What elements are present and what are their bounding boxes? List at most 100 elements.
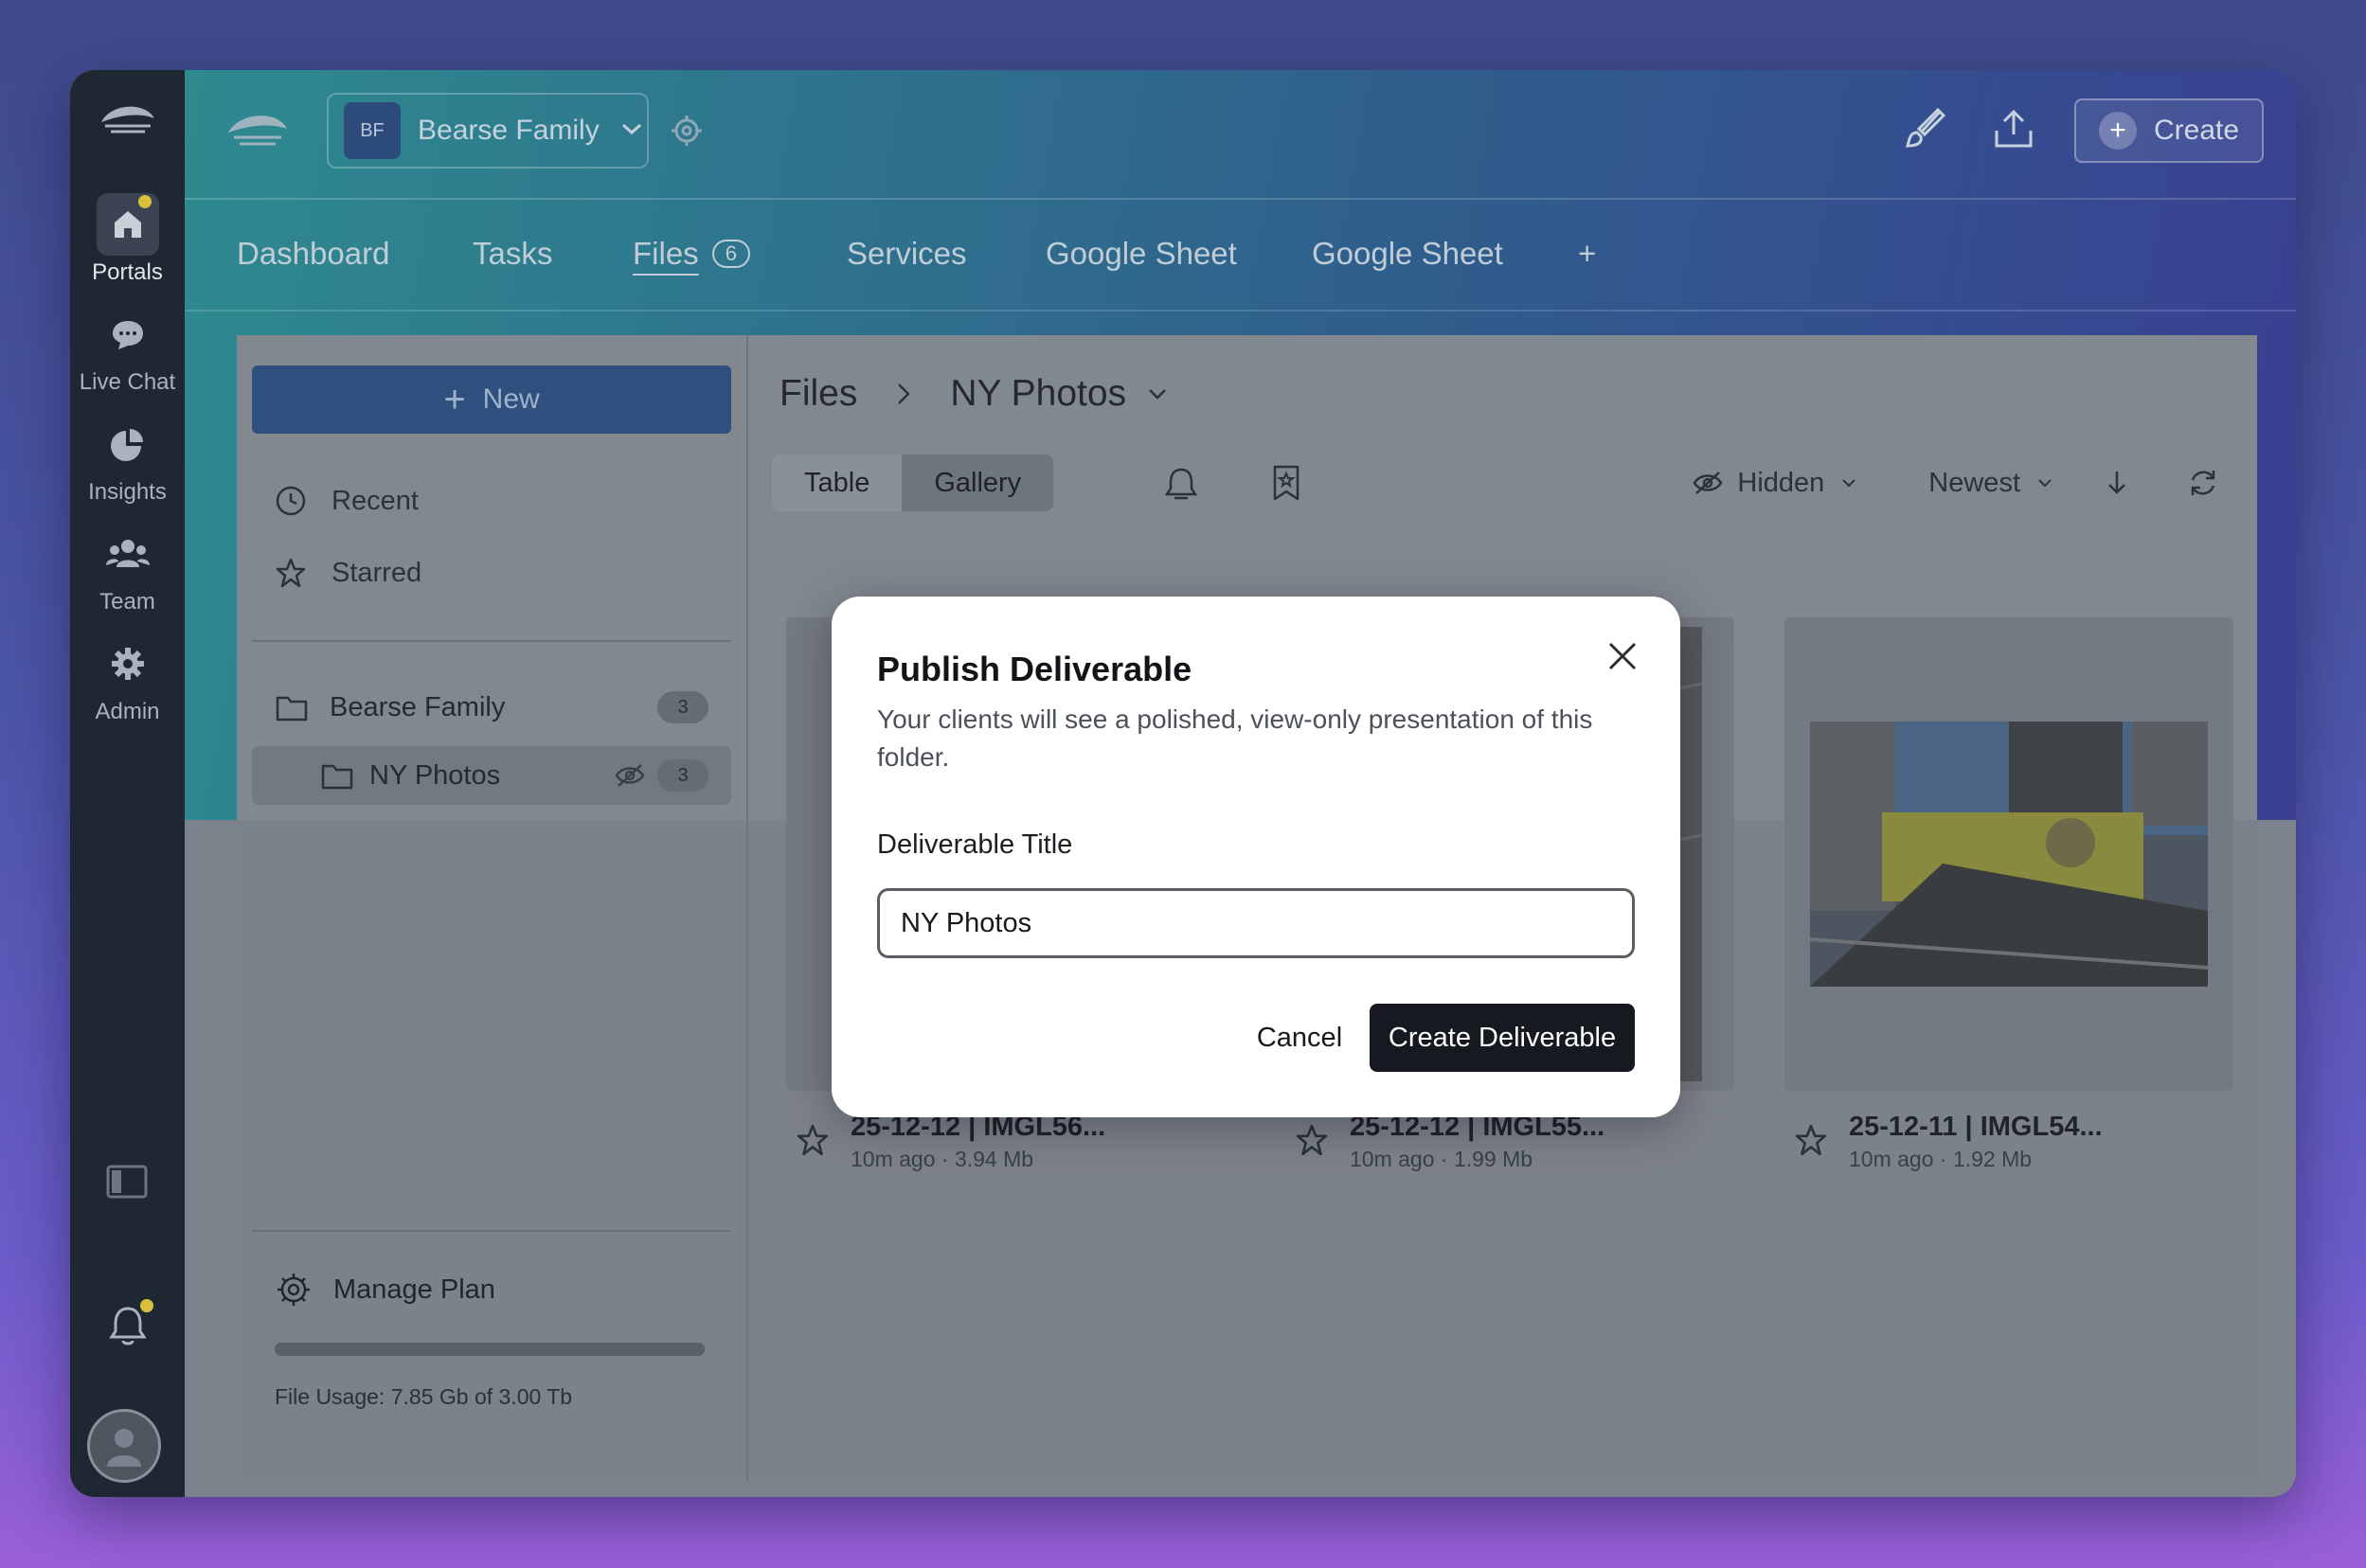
star-icon[interactable] (796, 1123, 830, 1157)
chat-bubble-icon (97, 303, 159, 365)
hidden-filter-dropdown[interactable]: Hidden (1692, 468, 1856, 499)
create-label: Create (2154, 115, 2240, 146)
divider (252, 1230, 731, 1232)
bell-icon[interactable] (106, 1299, 153, 1351)
folder-item-ny-photos[interactable]: NY Photos 3 (252, 746, 731, 805)
file-meta: 10m ago · 1.92 Mb (1849, 1147, 2033, 1171)
new-button[interactable]: + New (252, 365, 731, 434)
folder-name: NY Photos (369, 759, 501, 791)
rail-label: Live Chat (79, 369, 176, 395)
settings-gear-icon[interactable] (670, 114, 704, 152)
chevron-down-icon (620, 121, 643, 141)
files-toolbar-right: Hidden Newest (1620, 454, 2219, 511)
manage-plan-button[interactable]: Manage Plan (275, 1271, 495, 1309)
rail-label: Insights (88, 479, 167, 505)
chevron-down-icon (1842, 479, 1856, 488)
star-icon[interactable] (1794, 1123, 1828, 1157)
workspace-selector[interactable]: BF Bearse Family (327, 93, 649, 169)
sidebar-item-recent[interactable]: Recent (275, 485, 419, 517)
sort-dropdown[interactable]: Newest (1928, 468, 2052, 499)
avatar[interactable] (87, 1409, 161, 1483)
team-icon (97, 523, 159, 585)
tab-google-sheet-2[interactable]: Google Sheet (1312, 236, 1503, 272)
tab-google-sheet-1[interactable]: Google Sheet (1046, 236, 1237, 272)
view-toggle: Table Gallery (772, 454, 1054, 511)
new-label: New (482, 383, 540, 415)
folder-icon (276, 696, 308, 722)
cancel-button[interactable]: Cancel (1233, 1004, 1366, 1072)
rail-item-portals[interactable]: Portals (70, 193, 185, 286)
deliverable-title-label: Deliverable Title (877, 829, 1073, 860)
clock-icon (276, 486, 306, 516)
folder-name: Bearse Family (330, 691, 506, 722)
dialog-description: Your clients will see a polished, view-o… (877, 704, 1593, 772)
create-button[interactable]: + Create (2074, 98, 2264, 163)
bell-outline-icon[interactable] (1161, 464, 1201, 502)
chevron-down-icon[interactable] (1147, 387, 1168, 401)
rail-item-admin[interactable]: Admin (70, 633, 185, 725)
file-meta: 10m ago · 1.99 Mb (1350, 1147, 1533, 1171)
brand-logo-icon[interactable] (224, 106, 291, 160)
upload-icon[interactable] (1991, 106, 2036, 156)
arrow-down-icon (2108, 472, 2125, 494)
file-usage-text: File Usage: 7.85 Gb of 3.00 Tb (275, 1384, 573, 1409)
tab-files[interactable]: Files 6 (633, 236, 750, 272)
header-actions: + Create (1902, 98, 2264, 163)
left-rail: Portals Live Chat Insights Team Admin (70, 70, 185, 1497)
sort-direction-button[interactable] (2106, 469, 2128, 497)
tab-files-label: Files (633, 236, 699, 271)
tab-tasks[interactable]: Tasks (473, 236, 552, 272)
deliverable-title-input[interactable] (877, 888, 1635, 958)
rail-label: Team (99, 589, 155, 615)
sort-label: Newest (1928, 467, 2020, 498)
plus-icon: + (443, 378, 466, 420)
gallery-tile[interactable] (1784, 617, 2233, 1091)
chevron-right-icon (898, 383, 911, 404)
tab-dashboard[interactable]: Dashboard (237, 236, 389, 272)
files-count-badge: 6 (711, 240, 750, 268)
sidebar-item-starred[interactable]: Starred (275, 557, 421, 589)
bookmark-star-icon[interactable] (1269, 464, 1303, 502)
top-bar: BF Bearse Family + Create (185, 70, 2296, 200)
close-icon[interactable] (1599, 633, 1646, 680)
dialog-title: Publish Deliverable (877, 650, 1192, 688)
paint-brush-icon[interactable] (1902, 106, 1947, 156)
sidebar-toggle-icon[interactable] (104, 1163, 150, 1205)
view-table-button[interactable]: Table (772, 454, 902, 511)
app-logo-icon[interactable] (97, 89, 159, 151)
refresh-button[interactable] (2187, 467, 2219, 499)
recent-label: Recent (332, 485, 419, 516)
folder-count-badge: 3 (657, 691, 708, 723)
app-window: Portals Live Chat Insights Team Admin BF… (70, 70, 2296, 1497)
gear-icon (278, 1274, 310, 1306)
chevron-down-icon (2038, 479, 2052, 488)
breadcrumb: Files NY Photos (780, 373, 1168, 415)
refresh-icon (2191, 471, 2215, 495)
file-title: 25-12-11 | IMGL54... (1849, 1112, 2103, 1142)
rail-item-team[interactable]: Team (70, 523, 185, 615)
rail-label: Admin (95, 699, 160, 724)
breadcrumb-current-folder[interactable]: NY Photos (950, 373, 1126, 415)
add-tab-button[interactable]: + (1578, 236, 1596, 272)
star-icon[interactable] (1295, 1123, 1329, 1157)
folder-item-bearse-family[interactable]: Bearse Family 3 (252, 678, 731, 737)
eye-off-icon (615, 764, 645, 787)
rail-item-live-chat[interactable]: Live Chat (70, 303, 185, 396)
file-usage-fill (275, 1343, 705, 1356)
tab-services[interactable]: Services (847, 236, 967, 272)
notification-dot (138, 195, 152, 208)
workspace-avatar: BF (344, 102, 401, 159)
manage-plan-label: Manage Plan (333, 1274, 495, 1305)
rail-item-insights[interactable]: Insights (70, 413, 185, 506)
divider (252, 640, 731, 642)
create-deliverable-button[interactable]: Create Deliverable (1370, 1004, 1635, 1072)
photo-thumbnail (1809, 722, 2209, 987)
notification-dot (140, 1299, 153, 1312)
starred-label: Starred (332, 557, 422, 588)
tile-caption: 25-12-12 | IMGL56... 10m ago · 3.94 Mb (796, 1112, 1105, 1172)
tile-caption: 25-12-11 | IMGL54... 10m ago · 1.92 Mb (1794, 1112, 2103, 1172)
view-gallery-button[interactable]: Gallery (902, 454, 1054, 511)
pie-chart-icon (97, 413, 159, 475)
eye-off-icon (1693, 472, 1723, 494)
breadcrumb-files[interactable]: Files (780, 373, 857, 415)
